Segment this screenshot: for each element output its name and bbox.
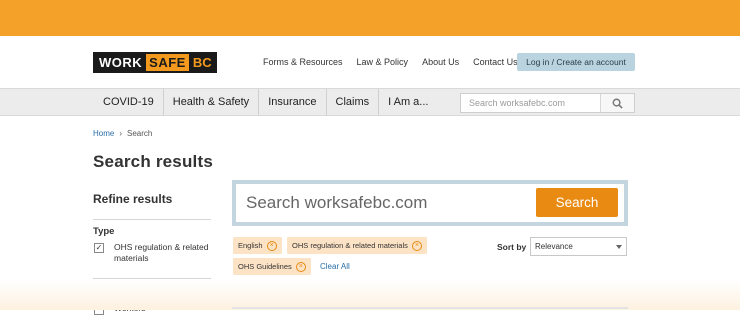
clear-all-link[interactable]: Clear All — [320, 262, 350, 271]
main-search-input[interactable] — [246, 191, 526, 215]
remove-filter-icon[interactable]: × — [295, 261, 306, 272]
nav-item-claims[interactable]: Claims — [325, 89, 379, 116]
remove-filter-icon[interactable]: × — [411, 240, 422, 251]
login-button[interactable]: Log in / Create an account — [517, 53, 635, 71]
sort-label: Sort by — [497, 242, 527, 252]
remove-filter-icon[interactable]: × — [266, 240, 277, 251]
page-title: Search results — [93, 152, 213, 171]
worksafebc-logo[interactable]: WORK SAFE BC — [93, 52, 217, 73]
breadcrumb: Home › Search — [93, 129, 152, 138]
divider — [93, 278, 211, 279]
breadcrumb-current: Search — [127, 129, 153, 138]
main-nav: COVID-19 Health & Safety Insurance Claim… — [0, 88, 740, 116]
logo-safe: SAFE — [146, 54, 189, 71]
type-checkbox[interactable]: ✓ — [94, 243, 104, 253]
refine-title: Refine results — [93, 192, 173, 206]
chip-label: OHS Guidelines — [238, 262, 292, 271]
type-option-label[interactable]: OHS regulation & related materials — [114, 242, 214, 264]
types-ohs-heading: Types of OHS law & policy — [93, 287, 213, 298]
breadcrumb-home[interactable]: Home — [93, 129, 114, 138]
sort-select[interactable]: Relevance — [530, 237, 627, 256]
type-heading: Type — [93, 226, 115, 237]
main-search-inner: Search — [236, 184, 624, 222]
nav-item-insurance[interactable]: Insurance — [258, 89, 325, 116]
logo-work: WORK — [95, 54, 147, 71]
chevron-down-icon — [616, 245, 622, 249]
link-about-us[interactable]: About Us — [422, 57, 459, 67]
nav-search-button[interactable] — [600, 94, 634, 112]
chip-label: OHS regulation & related materials — [292, 241, 408, 250]
divider — [93, 219, 211, 220]
link-forms-resources[interactable]: Forms & Resources — [263, 57, 343, 67]
utility-links: Forms & Resources Law & Policy About Us … — [263, 57, 532, 67]
filter-chip[interactable]: English × — [233, 237, 282, 254]
top-orange-bar — [0, 0, 740, 36]
search-button[interactable]: Search — [536, 188, 618, 217]
chip-label: English — [238, 241, 263, 250]
site-header: WORK SAFE BC Forms & Resources Law & Pol… — [0, 36, 740, 88]
workers-checkbox[interactable] — [94, 305, 104, 315]
main-search-frame: Search — [232, 180, 628, 226]
sort-selected-value: Relevance — [535, 242, 573, 251]
logo-bc: BC — [188, 54, 216, 71]
nav-items: COVID-19 Health & Safety Insurance Claim… — [93, 89, 437, 116]
link-law-policy[interactable]: Law & Policy — [357, 57, 409, 67]
nav-search-box — [460, 93, 635, 113]
filter-chip[interactable]: OHS Guidelines × — [233, 258, 311, 275]
search-icon — [612, 98, 623, 109]
link-contact-us[interactable]: Contact Us — [473, 57, 518, 67]
workers-option-label[interactable]: Workers — [114, 303, 146, 313]
breadcrumb-separator: › — [119, 129, 123, 138]
filter-chip[interactable]: OHS regulation & related materials × — [287, 237, 427, 254]
nav-item-covid[interactable]: COVID-19 — [93, 89, 163, 116]
nav-search-input[interactable] — [461, 94, 601, 112]
nav-item-i-am-a[interactable]: I Am a... — [378, 89, 437, 116]
nav-item-health-safety[interactable]: Health & Safety — [162, 89, 258, 116]
results-divider — [232, 307, 628, 309]
